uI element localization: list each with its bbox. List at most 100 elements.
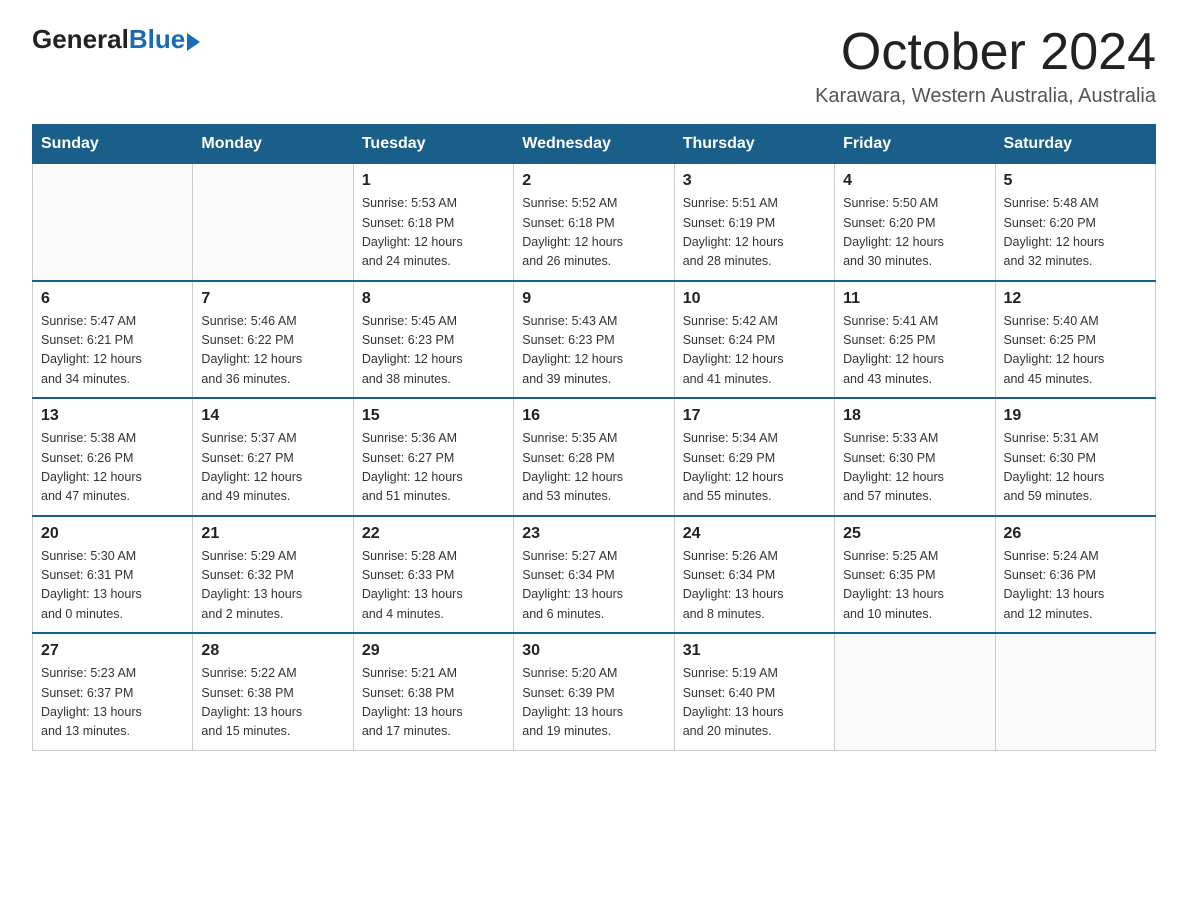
day-info: Sunrise: 5:22 AM Sunset: 6:38 PM Dayligh… [201, 664, 344, 742]
calendar-week-row: 13Sunrise: 5:38 AM Sunset: 6:26 PM Dayli… [33, 398, 1156, 516]
calendar-cell: 7Sunrise: 5:46 AM Sunset: 6:22 PM Daylig… [193, 281, 353, 399]
calendar-cell [33, 164, 193, 281]
day-info: Sunrise: 5:26 AM Sunset: 6:34 PM Dayligh… [683, 547, 826, 625]
calendar-cell: 14 Sunrise: 5:37 AM Sunset: 6:27 PM Dayli… [193, 398, 353, 516]
calendar-cell: 21 Sunrise: 5:29 AM Sunset: 6:32 PM Dayli… [193, 516, 353, 634]
day-number: 26 [1004, 525, 1147, 543]
day-info: Sunrise: 5:36 AM Sunset: 6:27 PM Dayligh… [362, 429, 505, 507]
col-header-monday: Monday [193, 125, 353, 164]
day-number: 16 [522, 407, 665, 425]
day-info: Sunrise: 5:19 AM Sunset: 6:40 PM Dayligh… [683, 664, 826, 742]
calendar-cell: 15 Sunrise: 5:36 AM Sunset: 6:27 PM Dayli… [353, 398, 513, 516]
day-info: Sunrise: 5:43 AM Sunset: 6:23 PM Dayligh… [522, 312, 665, 390]
calendar-cell [193, 164, 353, 281]
day-info: Sunrise: 5:35 AM Sunset: 6:28 PM Dayligh… [522, 429, 665, 507]
calendar-cell: 9 Sunrise: 5:43 AM Sunset: 6:23 PM Daylig… [514, 281, 674, 399]
calendar-cell: 5Sunrise: 5:48 AM Sunset: 6:20 PM Daylig… [995, 164, 1155, 281]
calendar-cell: 3Sunrise: 5:51 AM Sunset: 6:19 PM Daylig… [674, 164, 834, 281]
day-number: 24 [683, 525, 826, 543]
day-number: 8 [362, 290, 505, 308]
day-number: 20 [41, 525, 184, 543]
page-subtitle: Karawara, Western Australia, Australia [815, 85, 1156, 108]
day-info: Sunrise: 5:41 AM Sunset: 6:25 PM Dayligh… [843, 312, 986, 390]
day-info: Sunrise: 5:53 AM Sunset: 6:18 PM Dayligh… [362, 194, 505, 272]
calendar-cell: 31 Sunrise: 5:19 AM Sunset: 6:40 PM Dayli… [674, 633, 834, 750]
title-section: October 2024 Karawara, Western Australia… [815, 24, 1156, 108]
logo-general: General [32, 24, 129, 55]
calendar-week-row: 27Sunrise: 5:23 AM Sunset: 6:37 PM Dayli… [33, 633, 1156, 750]
day-number: 15 [362, 407, 505, 425]
page-header: General Blue October 2024 Karawara, West… [32, 24, 1156, 108]
day-number: 23 [522, 525, 665, 543]
day-number: 4 [843, 172, 986, 190]
calendar-cell: 18 Sunrise: 5:33 AM Sunset: 6:30 PM Dayli… [835, 398, 995, 516]
day-number: 25 [843, 525, 986, 543]
day-number: 17 [683, 407, 826, 425]
day-number: 12 [1004, 290, 1147, 308]
day-info: Sunrise: 5:34 AM Sunset: 6:29 PM Dayligh… [683, 429, 826, 507]
calendar-cell [995, 633, 1155, 750]
day-info: Sunrise: 5:23 AM Sunset: 6:37 PM Dayligh… [41, 664, 184, 742]
col-header-sunday: Sunday [33, 125, 193, 164]
day-info: Sunrise: 5:28 AM Sunset: 6:33 PM Dayligh… [362, 547, 505, 625]
calendar-cell: 29Sunrise: 5:21 AM Sunset: 6:38 PM Dayli… [353, 633, 513, 750]
day-number: 9 [522, 290, 665, 308]
calendar-cell: 2 Sunrise: 5:52 AM Sunset: 6:18 PM Daylig… [514, 164, 674, 281]
calendar-cell: 28Sunrise: 5:22 AM Sunset: 6:38 PM Dayli… [193, 633, 353, 750]
calendar-cell: 27Sunrise: 5:23 AM Sunset: 6:37 PM Dayli… [33, 633, 193, 750]
calendar-cell: 4 Sunrise: 5:50 AM Sunset: 6:20 PM Daylig… [835, 164, 995, 281]
day-info: Sunrise: 5:30 AM Sunset: 6:31 PM Dayligh… [41, 547, 184, 625]
calendar-cell: 16 Sunrise: 5:35 AM Sunset: 6:28 PM Dayli… [514, 398, 674, 516]
col-header-saturday: Saturday [995, 125, 1155, 164]
day-number: 14 [201, 407, 344, 425]
day-info: Sunrise: 5:27 AM Sunset: 6:34 PM Dayligh… [522, 547, 665, 625]
calendar-table: SundayMondayTuesdayWednesdayThursdayFrid… [32, 124, 1156, 751]
day-number: 11 [843, 290, 986, 308]
calendar-cell: 22Sunrise: 5:28 AM Sunset: 6:33 PM Dayli… [353, 516, 513, 634]
day-number: 31 [683, 642, 826, 660]
day-info: Sunrise: 5:24 AM Sunset: 6:36 PM Dayligh… [1004, 547, 1147, 625]
day-number: 2 [522, 172, 665, 190]
day-info: Sunrise: 5:33 AM Sunset: 6:30 PM Dayligh… [843, 429, 986, 507]
col-header-thursday: Thursday [674, 125, 834, 164]
day-number: 21 [201, 525, 344, 543]
calendar-cell: 26 Sunrise: 5:24 AM Sunset: 6:36 PM Dayli… [995, 516, 1155, 634]
calendar-cell: 25 Sunrise: 5:25 AM Sunset: 6:35 PM Dayli… [835, 516, 995, 634]
calendar-cell: 1 Sunrise: 5:53 AM Sunset: 6:18 PM Daylig… [353, 164, 513, 281]
day-number: 29 [362, 642, 505, 660]
day-info: Sunrise: 5:37 AM Sunset: 6:27 PM Dayligh… [201, 429, 344, 507]
day-info: Sunrise: 5:51 AM Sunset: 6:19 PM Dayligh… [683, 194, 826, 272]
calendar-cell: 30Sunrise: 5:20 AM Sunset: 6:39 PM Dayli… [514, 633, 674, 750]
day-info: Sunrise: 5:40 AM Sunset: 6:25 PM Dayligh… [1004, 312, 1147, 390]
calendar-cell: 13Sunrise: 5:38 AM Sunset: 6:26 PM Dayli… [33, 398, 193, 516]
calendar-cell: 12 Sunrise: 5:40 AM Sunset: 6:25 PM Dayli… [995, 281, 1155, 399]
logo: General Blue [32, 24, 200, 55]
calendar-cell: 19 Sunrise: 5:31 AM Sunset: 6:30 PM Dayli… [995, 398, 1155, 516]
day-number: 18 [843, 407, 986, 425]
day-info: Sunrise: 5:47 AM Sunset: 6:21 PM Dayligh… [41, 312, 184, 390]
day-info: Sunrise: 5:31 AM Sunset: 6:30 PM Dayligh… [1004, 429, 1147, 507]
col-header-wednesday: Wednesday [514, 125, 674, 164]
calendar-week-row: 1 Sunrise: 5:53 AM Sunset: 6:18 PM Daylig… [33, 164, 1156, 281]
day-number: 10 [683, 290, 826, 308]
calendar-cell: 11 Sunrise: 5:41 AM Sunset: 6:25 PM Dayli… [835, 281, 995, 399]
day-number: 7 [201, 290, 344, 308]
day-info: Sunrise: 5:29 AM Sunset: 6:32 PM Dayligh… [201, 547, 344, 625]
day-info: Sunrise: 5:20 AM Sunset: 6:39 PM Dayligh… [522, 664, 665, 742]
day-info: Sunrise: 5:42 AM Sunset: 6:24 PM Dayligh… [683, 312, 826, 390]
calendar-cell: 24 Sunrise: 5:26 AM Sunset: 6:34 PM Dayli… [674, 516, 834, 634]
calendar-cell: 10 Sunrise: 5:42 AM Sunset: 6:24 PM Dayli… [674, 281, 834, 399]
calendar-cell: 8Sunrise: 5:45 AM Sunset: 6:23 PM Daylig… [353, 281, 513, 399]
day-info: Sunrise: 5:25 AM Sunset: 6:35 PM Dayligh… [843, 547, 986, 625]
logo-arrow-icon [187, 33, 200, 51]
day-number: 6 [41, 290, 184, 308]
day-info: Sunrise: 5:38 AM Sunset: 6:26 PM Dayligh… [41, 429, 184, 507]
day-number: 19 [1004, 407, 1147, 425]
calendar-header-row: SundayMondayTuesdayWednesdayThursdayFrid… [33, 125, 1156, 164]
day-number: 1 [362, 172, 505, 190]
day-info: Sunrise: 5:50 AM Sunset: 6:20 PM Dayligh… [843, 194, 986, 272]
day-info: Sunrise: 5:48 AM Sunset: 6:20 PM Dayligh… [1004, 194, 1147, 272]
logo-blue: Blue [129, 24, 185, 55]
calendar-cell: 6 Sunrise: 5:47 AM Sunset: 6:21 PM Daylig… [33, 281, 193, 399]
day-info: Sunrise: 5:52 AM Sunset: 6:18 PM Dayligh… [522, 194, 665, 272]
